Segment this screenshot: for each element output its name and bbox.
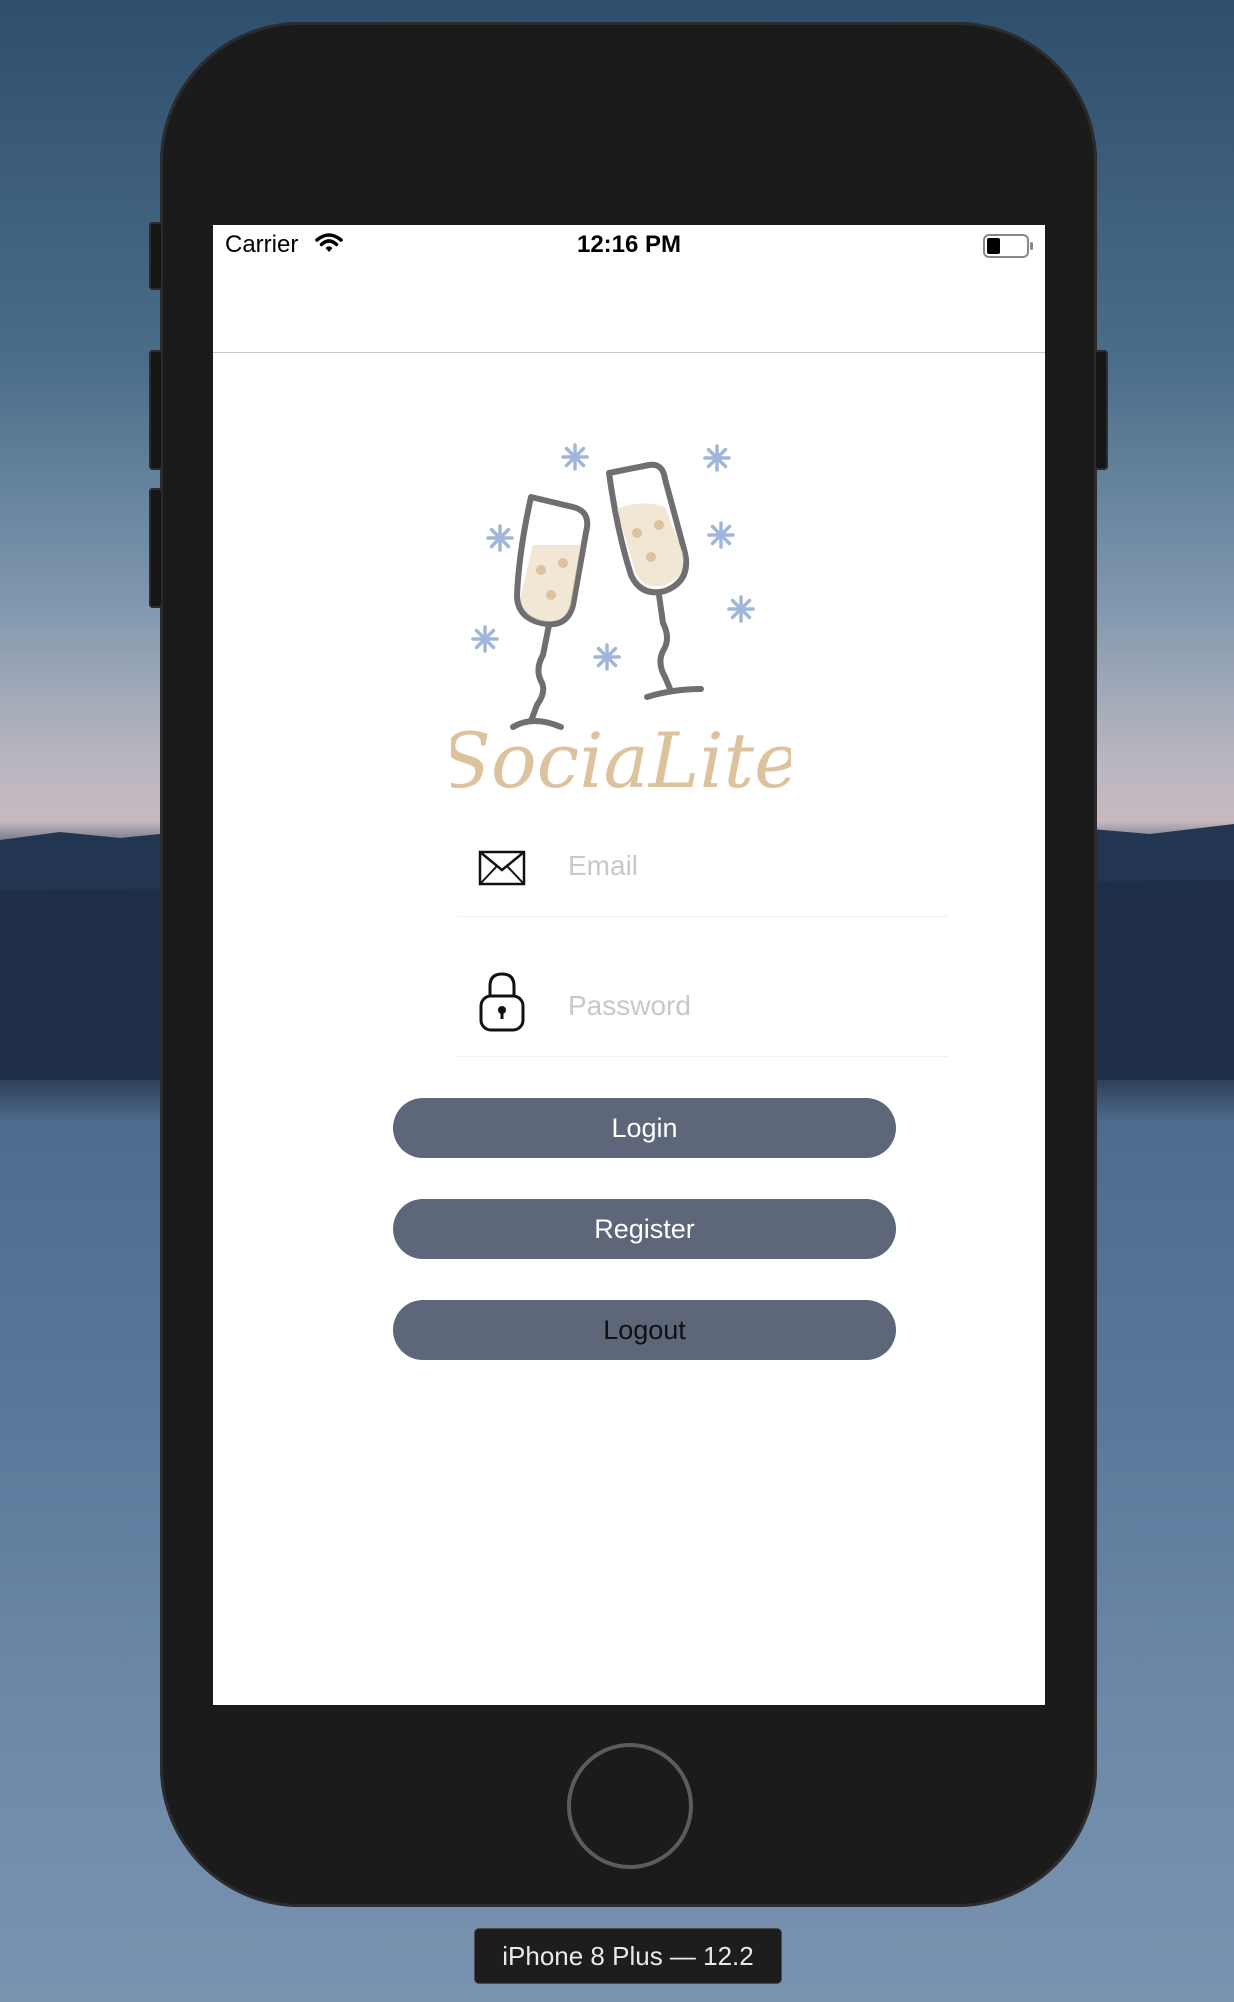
envelope-icon [478,850,526,891]
navigation-bar [213,269,1045,353]
password-field[interactable] [458,970,948,1057]
logout-button[interactable]: Logout [393,1300,896,1360]
power-button [1094,350,1108,470]
status-time: 12:16 PM [576,231,682,258]
home-button[interactable] [567,1743,693,1869]
app-logo: SociaLite [439,425,799,850]
status-bar: Carrier 12:16 PM [213,225,1045,269]
app-screen: Carrier 12:16 PM SociaLite Email Login R… [213,225,1045,1705]
login-button[interactable]: Login [393,1098,896,1158]
silent-switch [149,222,163,290]
lock-icon [478,970,526,1039]
snowflake-decorations [471,443,755,671]
email-field[interactable] [458,830,948,917]
volume-down-button [149,488,163,608]
volume-up-button [149,350,163,470]
battery-icon [983,234,1035,265]
simulator-device-label: iPhone 8 Plus — 12.2 [474,1928,782,1984]
app-wordmark: SociaLite [451,716,791,805]
password-input[interactable] [566,980,930,1032]
register-button[interactable]: Register [393,1199,896,1259]
email-input[interactable] [566,840,930,892]
